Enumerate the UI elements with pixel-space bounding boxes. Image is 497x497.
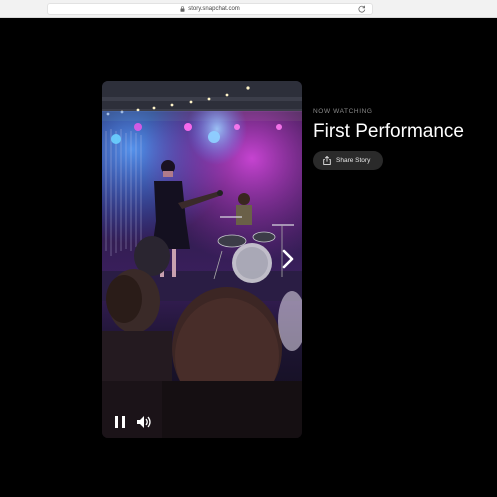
story-info-panel: NOW WATCHING First Performance Share Sto… (313, 108, 493, 170)
playback-controls (112, 414, 152, 430)
pause-icon (115, 416, 125, 428)
address-bar[interactable]: story.snapchat.com (47, 3, 373, 15)
pause-button[interactable] (112, 414, 128, 430)
url-text: story.snapchat.com (188, 6, 240, 12)
volume-button[interactable] (136, 414, 152, 430)
share-story-button[interactable]: Share Story (313, 151, 384, 170)
now-watching-label: NOW WATCHING (313, 108, 373, 115)
share-icon (323, 156, 331, 165)
volume-icon (137, 416, 151, 428)
story-title: First Performance (313, 121, 464, 142)
reload-icon[interactable] (358, 5, 366, 13)
browser-toolbar: story.snapchat.com (0, 0, 497, 18)
next-snap-button[interactable] (279, 249, 297, 269)
lock-icon (180, 6, 185, 12)
story-video-frame (102, 81, 302, 438)
story-player[interactable] (102, 81, 302, 438)
share-story-label: Share Story (336, 157, 371, 164)
url-display: story.snapchat.com (180, 6, 240, 12)
chevron-right-icon (282, 249, 294, 269)
